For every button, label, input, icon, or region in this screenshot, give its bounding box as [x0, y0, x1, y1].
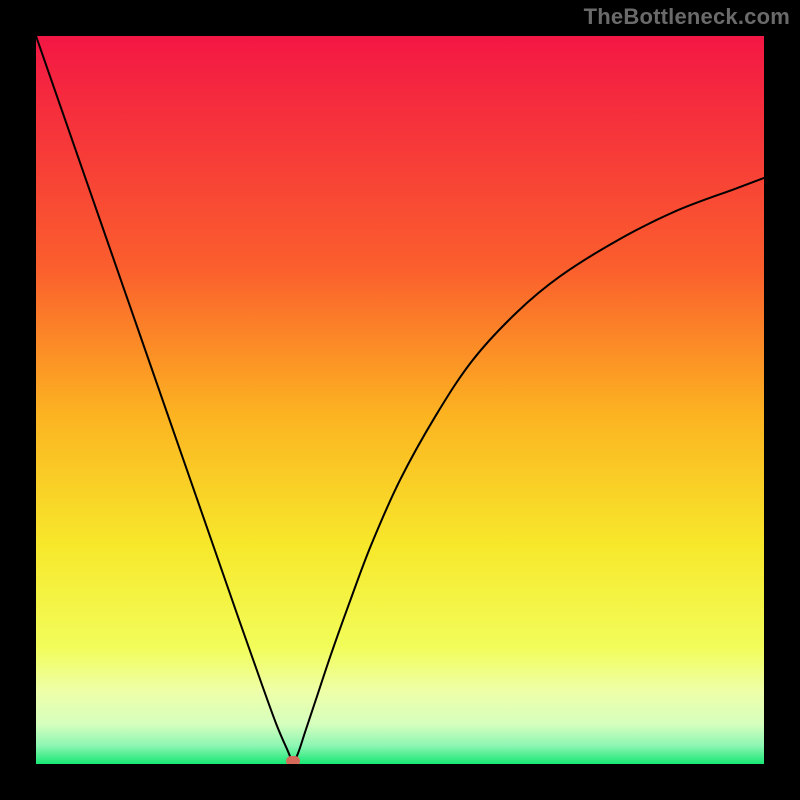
watermark-text: TheBottleneck.com	[584, 4, 790, 30]
chart-frame: TheBottleneck.com	[0, 0, 800, 800]
plot-area	[36, 36, 764, 764]
optimal-point-marker	[286, 756, 300, 764]
bottleneck-curve	[36, 36, 764, 764]
